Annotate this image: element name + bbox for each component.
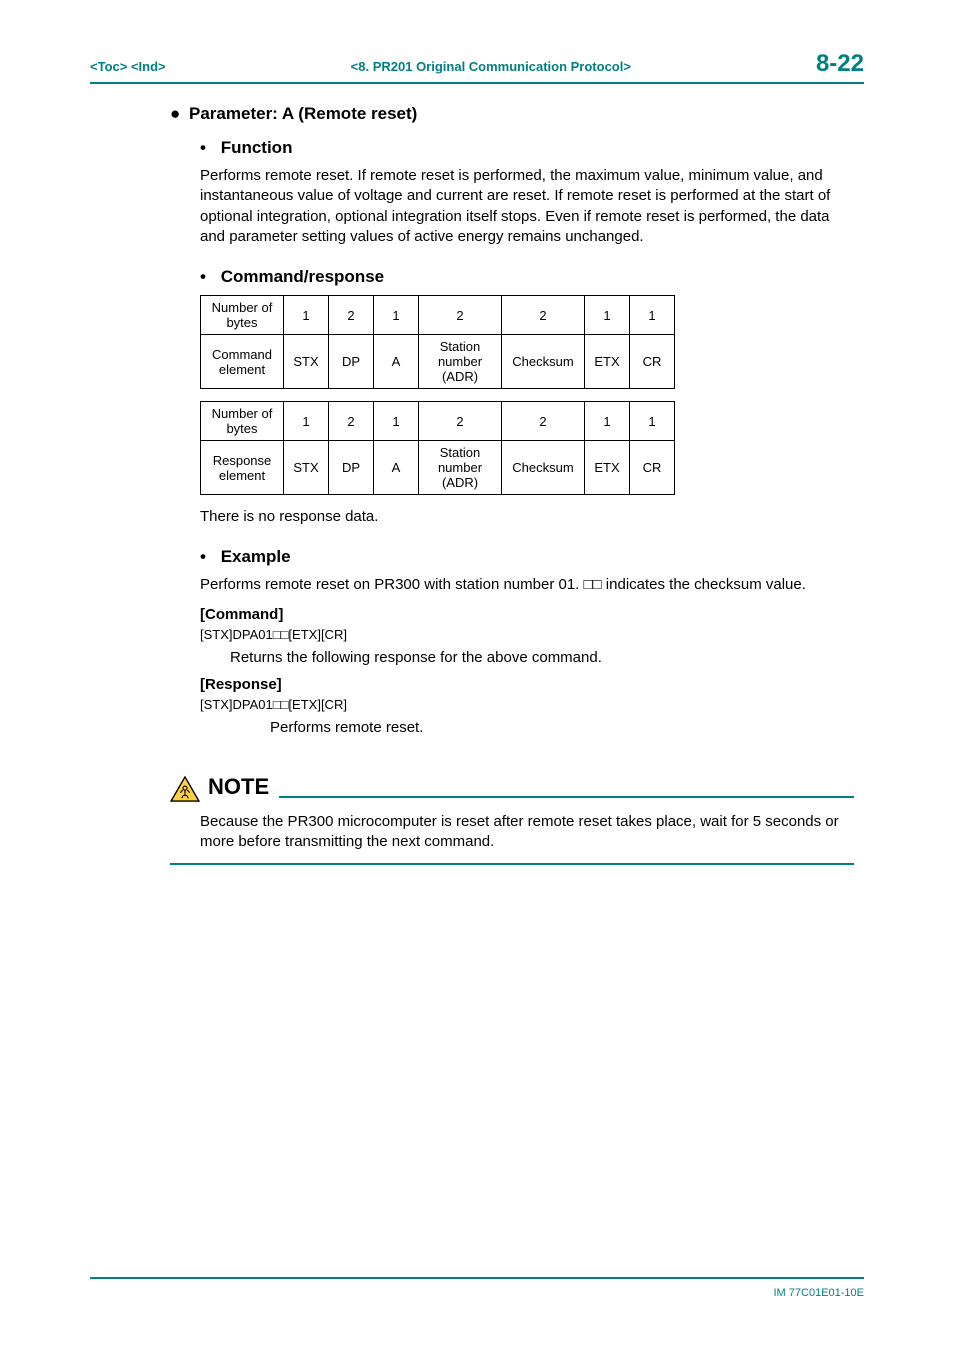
- command-label: [Command]: [170, 606, 854, 623]
- cell: STX: [284, 441, 329, 495]
- page-number: 8-22: [816, 50, 864, 78]
- table-row: Number of bytes 1 2 1 2 2 1 1: [201, 296, 675, 335]
- example-heading-text: Example: [221, 547, 291, 566]
- cell: 1: [585, 296, 630, 335]
- cell: ETX: [585, 335, 630, 389]
- cmdresp-heading: • Command/response: [170, 267, 854, 287]
- toc-link[interactable]: <Toc>: [90, 59, 127, 74]
- cell: ETX: [585, 441, 630, 495]
- ind-link[interactable]: <Ind>: [131, 59, 166, 74]
- cell: Checksum: [502, 441, 585, 495]
- cell: Checksum: [502, 335, 585, 389]
- content-area: ● Parameter: A (Remote reset) • Function…: [90, 104, 864, 865]
- cell: Number of bytes: [201, 296, 284, 335]
- footer-rule: [90, 1277, 864, 1279]
- cell: A: [374, 441, 419, 495]
- bullet-icon: •: [200, 138, 206, 157]
- note-title: NOTE: [208, 774, 269, 802]
- cell: 2: [419, 402, 502, 441]
- page-header: <Toc> <Ind> <8. PR201 Original Communica…: [90, 50, 864, 84]
- response-action: Performs remote reset.: [170, 718, 854, 738]
- warning-icon: [170, 776, 200, 802]
- page: <Toc> <Ind> <8. PR201 Original Communica…: [0, 0, 954, 1351]
- cell: 1: [374, 402, 419, 441]
- bullet-icon: •: [200, 547, 206, 566]
- command-line: [STX]DPA01□□[ETX][CR]: [170, 627, 854, 642]
- cell: Station number (ADR): [419, 441, 502, 495]
- note-rule: [279, 796, 854, 798]
- function-description: Performs remote reset. If remote reset i…: [170, 166, 854, 247]
- table-row: Command element STX DP A Station number …: [201, 335, 675, 389]
- cell: 1: [630, 402, 675, 441]
- cell: 2: [419, 296, 502, 335]
- table-row: Response element STX DP A Station number…: [201, 441, 675, 495]
- chapter-title: <8. PR201 Original Communication Protoco…: [351, 59, 631, 74]
- cell: 2: [502, 402, 585, 441]
- cell: DP: [329, 335, 374, 389]
- cell: 1: [284, 296, 329, 335]
- note-header: NOTE: [170, 754, 854, 802]
- parameter-heading: ● Parameter: A (Remote reset): [170, 104, 854, 124]
- bullet-icon: ●: [170, 104, 180, 123]
- cell: Response element: [201, 441, 284, 495]
- table-row: Number of bytes 1 2 1 2 2 1 1: [201, 402, 675, 441]
- cell: 2: [329, 296, 374, 335]
- cell: Command element: [201, 335, 284, 389]
- cell: DP: [329, 441, 374, 495]
- command-returns: Returns the following response for the a…: [170, 648, 854, 668]
- cell: 1: [585, 402, 630, 441]
- cell: 1: [374, 296, 419, 335]
- function-heading: • Function: [170, 138, 854, 158]
- cell: Station number (ADR): [419, 335, 502, 389]
- cell: 2: [329, 402, 374, 441]
- cmdresp-heading-text: Command/response: [221, 267, 384, 286]
- cell: CR: [630, 335, 675, 389]
- header-nav: <Toc> <Ind>: [90, 59, 166, 74]
- example-intro: Performs remote reset on PR300 with stat…: [170, 575, 854, 595]
- footer-doc-id: IM 77C01E01-10E: [774, 1287, 865, 1299]
- cell: A: [374, 335, 419, 389]
- function-heading-text: Function: [221, 138, 293, 157]
- response-line: [STX]DPA01□□[ETX][CR]: [170, 697, 854, 712]
- cell: 2: [502, 296, 585, 335]
- note-body: Because the PR300 microcomputer is reset…: [170, 802, 854, 865]
- cell: 1: [630, 296, 675, 335]
- response-frame-table: Number of bytes 1 2 1 2 2 1 1 Response e…: [200, 401, 675, 495]
- command-frame-table: Number of bytes 1 2 1 2 2 1 1 Command el…: [200, 295, 675, 389]
- bullet-icon: •: [200, 267, 206, 286]
- parameter-title-text: Parameter: A (Remote reset): [189, 104, 417, 123]
- response-label: [Response]: [170, 676, 854, 693]
- cell: STX: [284, 335, 329, 389]
- cell: CR: [630, 441, 675, 495]
- cell: 1: [284, 402, 329, 441]
- cell: Number of bytes: [201, 402, 284, 441]
- example-heading: • Example: [170, 547, 854, 567]
- no-response-note: There is no response data.: [170, 507, 854, 527]
